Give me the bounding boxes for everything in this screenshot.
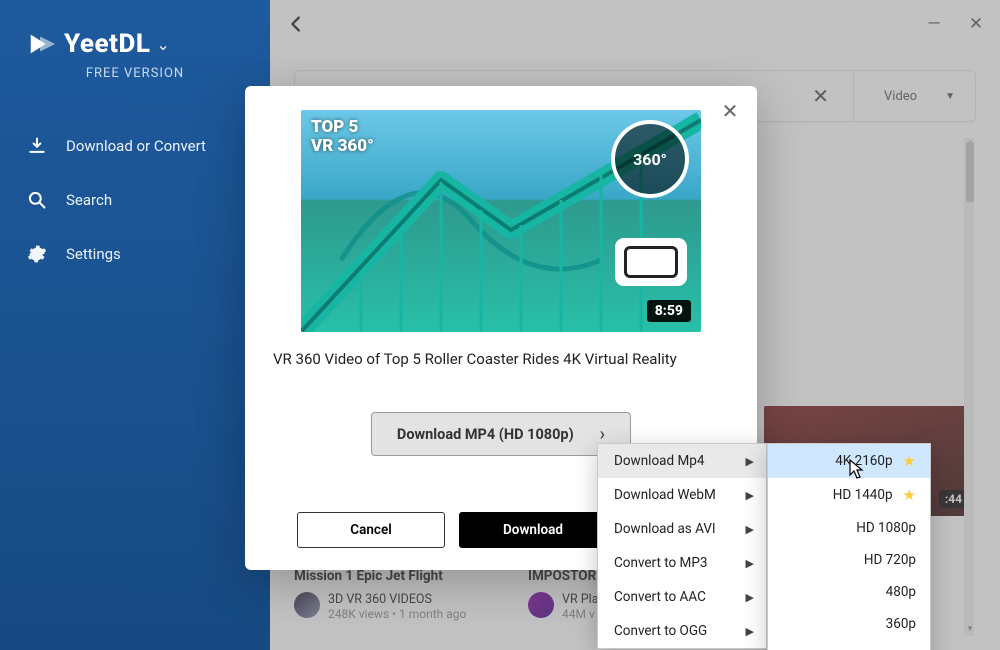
menu-item-2160p[interactable]: 4K 2160p ★ — [768, 444, 930, 478]
app-root: YeetDL ⌄ FREE VERSION Download or Conver… — [0, 0, 1000, 650]
chevron-right-icon: ▶ — [746, 591, 754, 604]
menu-item-label: Download WebM — [614, 487, 716, 503]
download-button[interactable]: Download — [459, 512, 607, 548]
menu-item-1440p[interactable]: HD 1440p ★ — [768, 478, 930, 512]
gear-icon — [26, 243, 48, 265]
chevron-right-icon: ▶ — [746, 523, 754, 536]
menu-item-aac[interactable]: Convert to AAC ▶ — [598, 580, 766, 614]
sidebar-item-download[interactable]: Download or Convert — [26, 135, 244, 157]
vr-headset-icon — [615, 238, 687, 286]
menu-item-mp3[interactable]: Convert to MP3 ▶ — [598, 546, 766, 580]
chevron-right-icon: ▶ — [746, 625, 754, 638]
badge-360-icon: 360° — [611, 120, 689, 198]
sidebar-item-search[interactable]: Search — [26, 189, 244, 211]
sidebar-item-label: Download or Convert — [66, 137, 206, 155]
menu-item-360p[interactable]: 360p — [768, 608, 930, 640]
star-icon: ★ — [903, 486, 916, 504]
menu-item-label: Download as AVI — [614, 521, 716, 537]
download-primary-label: Download MP4 (HD 1080p) — [397, 426, 574, 443]
chevron-right-icon: › — [600, 424, 605, 445]
modal-title: VR 360 Video of Top 5 Roller Coaster Rid… — [273, 350, 733, 368]
download-icon — [26, 135, 48, 157]
format-menu: Download Mp4 ▶ Download WebM ▶ Download as… — [597, 443, 767, 649]
chevron-right-icon: ▶ — [746, 489, 754, 502]
menu-item-label: HD 1080p — [856, 520, 916, 536]
modal-thumbnail: TOP 5 VR 360° 360° 8:59 — [301, 110, 701, 332]
edition-label: FREE VERSION — [0, 66, 270, 81]
menu-item-label: Convert to MP3 — [614, 555, 707, 571]
menu-item-mp4[interactable]: Download Mp4 ▶ — [598, 444, 766, 478]
menu-item-label: HD 720p — [864, 552, 916, 568]
sidebar-nav: Download or Convert Search Settings — [0, 135, 270, 265]
star-icon: ★ — [903, 452, 916, 470]
menu-item-1080p[interactable]: HD 1080p — [768, 512, 930, 544]
chevron-right-icon: ▶ — [746, 455, 754, 468]
sidebar: YeetDL ⌄ FREE VERSION Download or Conver… — [0, 0, 270, 650]
menu-item-webm[interactable]: Download WebM ▶ — [598, 478, 766, 512]
app-logo[interactable]: YeetDL ⌄ — [0, 28, 270, 60]
menu-item-label: Convert to AAC — [614, 589, 706, 605]
chevron-right-icon: ▶ — [746, 557, 754, 570]
app-name: YeetDL — [64, 29, 150, 59]
menu-item-label: 4K 2160p — [835, 453, 892, 469]
menu-item-label: 480p — [886, 584, 916, 600]
search-icon — [26, 189, 48, 211]
thumb-overlay-text: TOP 5 VR 360° — [311, 118, 374, 155]
sidebar-item-label: Search — [66, 191, 112, 209]
cancel-button[interactable]: Cancel — [297, 512, 445, 548]
resolution-menu: 4K 2160p ★ HD 1440p ★ HD 1080p HD 720p 480… — [767, 443, 931, 650]
menu-item-720p[interactable]: HD 720p — [768, 544, 930, 576]
menu-item-label: Convert to OGG — [614, 623, 707, 639]
sidebar-item-label: Settings — [66, 245, 121, 263]
modal-close-icon[interactable]: ✕ — [717, 98, 743, 124]
menu-item-240p[interactable]: 240p — [768, 640, 930, 650]
menu-item-label: 360p — [886, 616, 916, 632]
menu-item-ogg[interactable]: Convert to OGG ▶ — [598, 614, 766, 648]
duration-label: 8:59 — [647, 300, 691, 322]
chevron-down-icon[interactable]: ⌄ — [156, 35, 169, 54]
menu-item-label: Download Mp4 — [614, 453, 704, 469]
menu-item-480p[interactable]: 480p — [768, 576, 930, 608]
sidebar-item-settings[interactable]: Settings — [26, 243, 244, 265]
play-logo-icon — [26, 28, 58, 60]
download-primary-button[interactable]: Download MP4 (HD 1080p) › — [371, 412, 631, 456]
menu-item-avi[interactable]: Download as AVI ▶ — [598, 512, 766, 546]
menu-item-label: HD 1440p — [833, 487, 893, 503]
